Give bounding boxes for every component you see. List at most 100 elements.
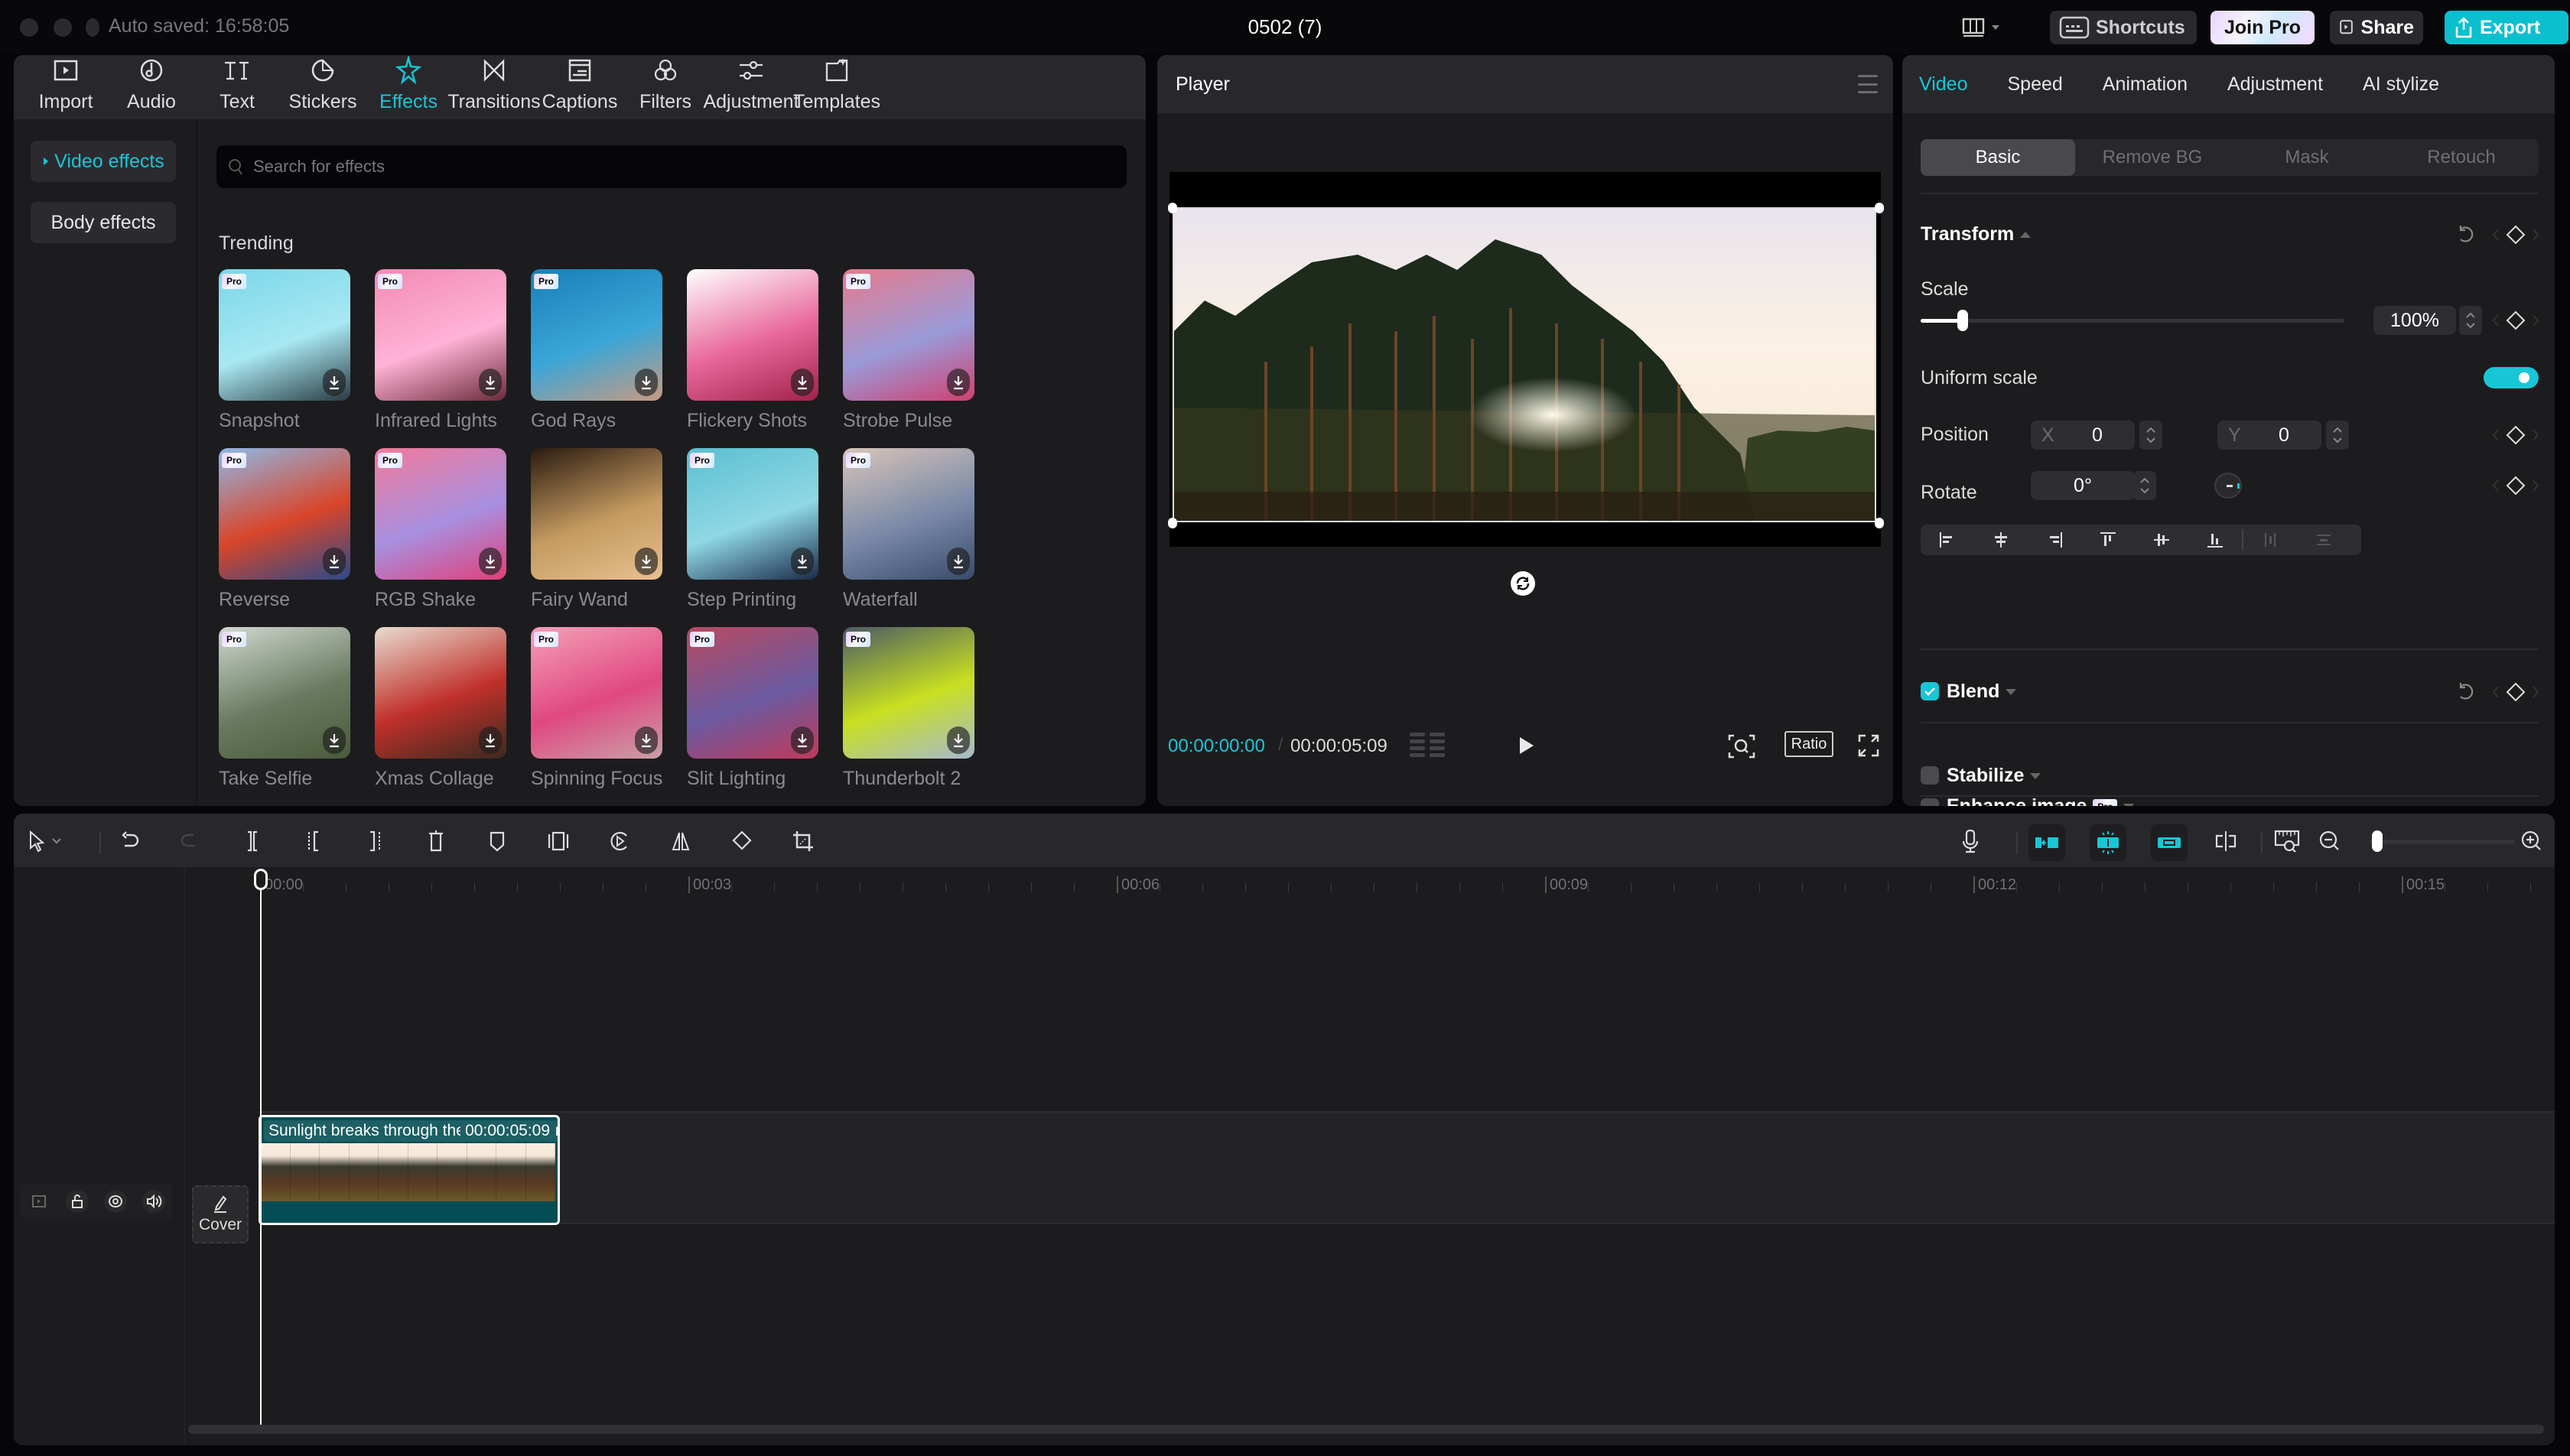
tab-video[interactable]: Video [1919, 73, 1968, 96]
scale-keyframe-button[interactable] [2493, 309, 2539, 332]
select-tool-dropdown[interactable] [49, 827, 64, 855]
subtab-retouch[interactable]: Retouch [2384, 139, 2539, 176]
download-button[interactable] [323, 726, 346, 754]
uniform-scale-toggle[interactable] [2484, 367, 2539, 388]
subtab-mask[interactable]: Mask [2230, 139, 2384, 176]
split-button[interactable] [239, 827, 266, 855]
resize-handle-top-right[interactable] [1875, 203, 1884, 213]
tab-adjustment[interactable]: Adjustment [2227, 73, 2323, 96]
position-y-stepper[interactable] [2326, 421, 2349, 450]
zoom-fit-icon[interactable] [1726, 733, 1757, 760]
download-button[interactable] [635, 548, 658, 575]
blend-section-toggle[interactable]: Blend [1947, 681, 2017, 703]
resize-handle-top-left[interactable] [1168, 203, 1177, 213]
effect-card[interactable]: Pro Spinning Focus [531, 627, 662, 806]
time-ruler[interactable]: 00:00 00:03 00:06 00:09 00:12 00:15 [14, 869, 2555, 899]
tab-ai-stylize[interactable]: AI stylize [2363, 73, 2439, 96]
rotate-field[interactable]: 0° [2031, 471, 2135, 500]
effect-card[interactable]: Pro Snapshot [219, 269, 350, 448]
stabilize-checkbox[interactable] [1921, 766, 1939, 785]
export-button[interactable]: Export [2445, 11, 2568, 44]
record-voiceover-button[interactable] [1957, 827, 1984, 855]
download-button[interactable] [791, 369, 814, 396]
effect-card[interactable]: Xmas Collage [375, 627, 506, 806]
video-clip[interactable]: Sunlight breaks through the crowns of pi… [259, 1115, 560, 1225]
sidebar-item-body-effects[interactable]: Body effects [31, 202, 176, 243]
timeline-horizontal-scrollbar[interactable] [188, 1425, 2544, 1434]
scale-slider[interactable] [1921, 310, 2344, 331]
effect-card[interactable]: Pro Take Selfie [219, 627, 350, 806]
effect-card[interactable]: Pro Slit Lighting [687, 627, 818, 806]
lock-track-button[interactable] [66, 1190, 89, 1213]
download-button[interactable] [479, 548, 502, 575]
tab-filters[interactable]: Filters [623, 55, 708, 119]
download-button[interactable] [947, 369, 970, 396]
rotate-clip-button[interactable] [728, 827, 756, 855]
blend-checkbox[interactable] [1921, 682, 1939, 700]
undo-button[interactable] [116, 827, 144, 855]
play-button[interactable] [1515, 734, 1537, 757]
align-center-h-button[interactable] [1974, 525, 2028, 555]
download-button[interactable] [947, 548, 970, 575]
resize-handle-bottom-left[interactable] [1168, 518, 1177, 528]
tab-text[interactable]: Text [194, 55, 280, 119]
scale-slider-thumb[interactable] [1957, 310, 1969, 331]
effect-card[interactable]: Fairy Wand [531, 448, 662, 627]
timecode-format-button[interactable] [1410, 733, 1445, 757]
distribute-v-button[interactable] [2297, 525, 2350, 555]
stabilize-section-toggle[interactable]: Stabilize [1947, 765, 2041, 787]
layout-switch-button[interactable] [1962, 15, 2015, 40]
track-type-button[interactable] [28, 1190, 50, 1213]
split-left-button[interactable] [300, 827, 327, 855]
window-close-button[interactable] [20, 18, 38, 37]
align-right-button[interactable] [2028, 525, 2081, 555]
crop-button[interactable] [789, 827, 817, 855]
download-button[interactable] [635, 369, 658, 396]
scale-value-field[interactable]: 100% [2373, 306, 2456, 335]
fullscreen-icon[interactable] [1856, 733, 1881, 759]
align-left-button[interactable] [1921, 525, 1974, 555]
redo-button[interactable] [176, 827, 203, 855]
download-button[interactable] [947, 726, 970, 754]
window-minimize-button[interactable] [54, 18, 72, 37]
download-button[interactable] [323, 548, 346, 575]
reset-blend-icon[interactable] [2455, 681, 2476, 702]
enhance-image-section-toggle[interactable]: Enhance image Pro [1947, 795, 2135, 806]
download-button[interactable] [323, 369, 346, 396]
rotate-stepper[interactable] [2133, 471, 2156, 500]
rotate-keyframe-button[interactable] [2493, 474, 2539, 497]
effect-card[interactable]: Pro Strobe Pulse [843, 269, 974, 448]
subtab-remove-bg[interactable]: Remove BG [2075, 139, 2230, 176]
video-preview[interactable] [1168, 172, 1884, 547]
position-keyframe-button[interactable] [2493, 424, 2539, 447]
effects-search-input[interactable] [253, 157, 1095, 177]
subtab-basic[interactable]: Basic [1921, 139, 2075, 176]
tab-transitions[interactable]: Transitions [447, 55, 541, 119]
position-x-stepper[interactable] [2139, 421, 2162, 450]
resize-handle-bottom-right[interactable] [1875, 518, 1884, 528]
join-pro-button[interactable]: Join Pro [2211, 11, 2315, 44]
download-button[interactable] [479, 369, 502, 396]
zoom-to-fit-button[interactable] [2273, 827, 2301, 855]
tab-audio[interactable]: Audio [109, 55, 194, 119]
blend-keyframe-button[interactable] [2493, 681, 2539, 704]
preview-axis-button[interactable] [2212, 827, 2240, 855]
zoom-out-button[interactable] [2316, 827, 2344, 855]
effect-card[interactable]: Pro Thunderbolt 2 [843, 627, 974, 806]
main-track-magnet-button[interactable] [2028, 824, 2065, 861]
position-x-field[interactable]: X 0 [2031, 421, 2135, 450]
download-button[interactable] [479, 726, 502, 754]
zoom-in-button[interactable] [2518, 827, 2546, 855]
scale-stepper[interactable] [2459, 306, 2482, 335]
linkage-button[interactable] [2151, 824, 2188, 861]
timeline-zoom-thumb[interactable] [2371, 830, 2383, 852]
effect-card[interactable]: Pro Waterfall [843, 448, 974, 627]
tab-stickers[interactable]: Stickers [280, 55, 366, 119]
select-tool-button[interactable] [23, 827, 50, 855]
timeline-zoom-slider[interactable] [2370, 840, 2515, 844]
download-button[interactable] [791, 548, 814, 575]
effect-card[interactable]: Pro God Rays [531, 269, 662, 448]
reset-transform-icon[interactable] [2455, 223, 2476, 245]
sidebar-item-video-effects[interactable]: Video effects [31, 141, 176, 182]
cover-button[interactable]: Cover [192, 1185, 249, 1243]
